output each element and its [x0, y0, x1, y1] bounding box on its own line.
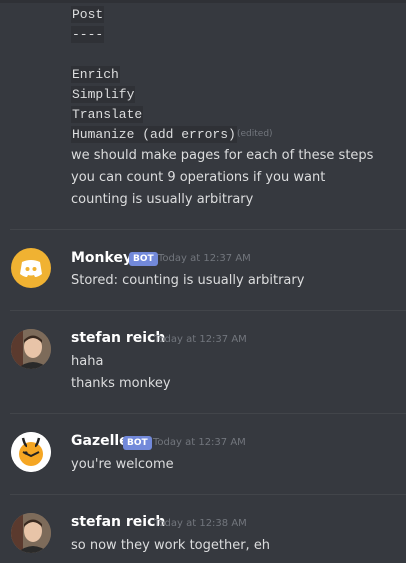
code-line: Simplify — [71, 86, 136, 103]
username[interactable]: stefan reich — [71, 330, 165, 346]
message-text: thanks monkey — [71, 376, 171, 391]
edited-label: (edited) — [237, 129, 273, 139]
message-text: haha — [71, 354, 104, 369]
message-divider — [10, 494, 406, 495]
username[interactable]: Monkey — [71, 250, 132, 266]
code-line: ---- — [71, 26, 105, 43]
gazelle-avatar-icon[interactable] — [11, 432, 51, 472]
user-photo-avatar[interactable] — [11, 329, 51, 369]
message-divider — [10, 229, 406, 230]
message-text: counting is usually arbitrary — [71, 192, 254, 207]
message-text: so now they work together, eh — [71, 538, 271, 553]
timestamp[interactable]: Today at 12:37 AM — [154, 334, 247, 345]
code-line: Enrich — [71, 66, 120, 83]
bot-badge: BOT — [123, 436, 152, 450]
message-divider — [10, 310, 406, 311]
message-divider — [10, 413, 406, 414]
message-text: Stored: counting is usually arbitrary — [71, 273, 305, 288]
message-text: you're welcome — [71, 457, 174, 472]
code-line: Translate — [71, 106, 144, 123]
user-photo-avatar[interactable] — [11, 513, 51, 553]
timestamp[interactable]: Today at 12:37 AM — [153, 437, 246, 448]
top-edge-bar — [0, 0, 406, 3]
message-text: we should make pages for each of these s… — [71, 148, 374, 163]
timestamp[interactable]: Today at 12:37 AM — [158, 253, 251, 264]
message-text: you can count 9 operations if you want — [71, 170, 326, 185]
code-line: Post — [71, 6, 105, 23]
code-line: Humanize (add errors) — [71, 126, 237, 143]
username[interactable]: Gazelle — [71, 433, 129, 449]
timestamp[interactable]: Today at 12:38 AM — [154, 518, 247, 529]
username[interactable]: stefan reich — [71, 514, 165, 530]
bot-badge: BOT — [129, 252, 158, 266]
discord-logo-icon[interactable] — [11, 248, 51, 288]
